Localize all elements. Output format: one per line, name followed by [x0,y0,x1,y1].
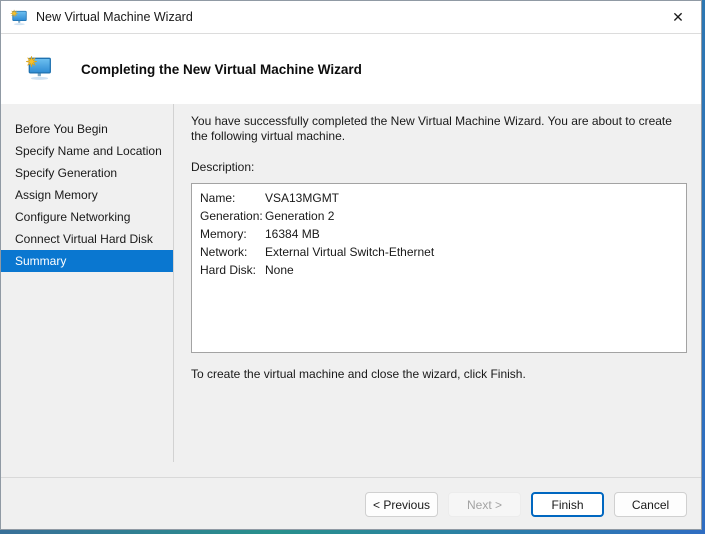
summary-row-value: External Virtual Switch-Ethernet [265,243,434,261]
previous-button[interactable]: < Previous [365,492,438,517]
close-icon: ✕ [672,9,684,26]
summary-row-hard-disk: Hard Disk: None [192,261,686,279]
summary-row-value: 16384 MB [265,225,320,243]
wizard-icon [25,55,53,81]
summary-row-value: Generation 2 [265,207,334,225]
summary-row-label: Name: [200,189,265,207]
summary-row-name: Name: VSA13MGMT [192,189,686,207]
page-title: Completing the New Virtual Machine Wizar… [81,34,362,104]
summary-row-value: None [265,261,294,279]
sidebar-item-connect-virtual-hard-disk[interactable]: Connect Virtual Hard Disk [1,228,173,250]
cancel-button[interactable]: Cancel [614,492,687,517]
summary-row-label: Generation: [200,207,265,225]
window-title: New Virtual Machine Wizard [36,10,193,24]
summary-row-label: Hard Disk: [200,261,265,279]
sidebar-item-summary[interactable]: Summary [1,250,173,272]
sidebar-item-specify-generation[interactable]: Specify Generation [1,162,173,184]
summary-row-memory: Memory: 16384 MB [192,225,686,243]
sidebar-item-configure-networking[interactable]: Configure Networking [1,206,173,228]
app-icon [10,9,28,26]
title-bar: New Virtual Machine Wizard ✕ [1,1,701,34]
wizard-window: New Virtual Machine Wizard ✕ Completing … [0,0,702,530]
summary-row-value: VSA13MGMT [265,189,339,207]
wizard-header: Completing the New Virtual Machine Wizar… [1,34,701,104]
summary-row-generation: Generation: Generation 2 [192,207,686,225]
summary-row-label: Network: [200,243,265,261]
sidebar-divider [173,104,174,462]
sidebar-item-assign-memory[interactable]: Assign Memory [1,184,173,206]
wizard-steps-nav: Before You Begin Specify Name and Locati… [1,104,173,272]
finish-instruction: To create the virtual machine and close … [191,367,687,381]
summary-row-label: Memory: [200,225,265,243]
summary-row-network: Network: External Virtual Switch-Etherne… [192,243,686,261]
close-button[interactable]: ✕ [655,1,701,33]
description-label: Description: [191,160,687,174]
description-box: Name: VSA13MGMT Generation: Generation 2… [191,183,687,353]
sidebar-item-specify-name-and-location[interactable]: Specify Name and Location [1,140,173,162]
intro-text: You have successfully completed the New … [191,114,687,144]
next-button[interactable]: Next > [448,492,521,517]
sidebar-item-before-you-begin[interactable]: Before You Begin [1,118,173,140]
finish-button[interactable]: Finish [531,492,604,517]
summary-page-content: You have successfully completed the New … [191,104,687,381]
desktop-background: New Virtual Machine Wizard ✕ Completing … [0,0,705,534]
